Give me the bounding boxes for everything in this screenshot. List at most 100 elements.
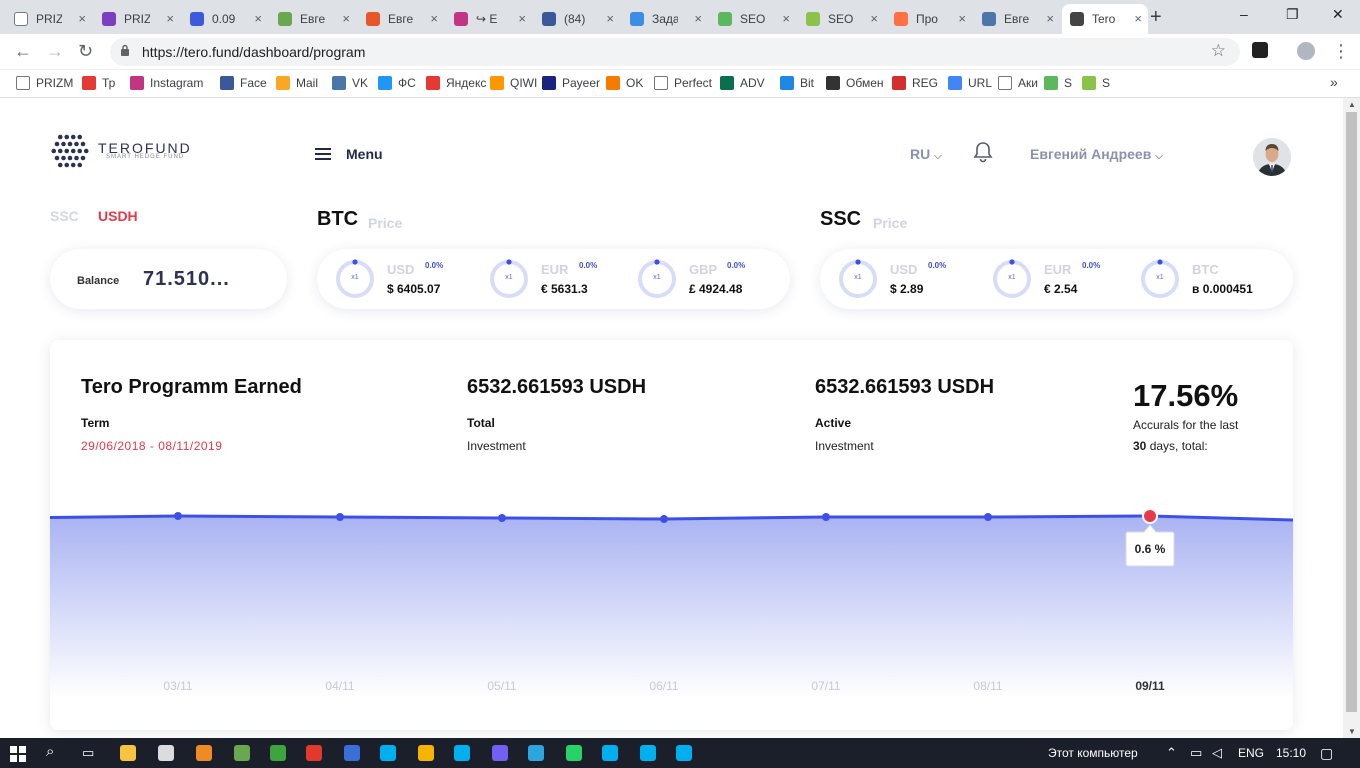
- bookmark-item[interactable]: Аки: [998, 76, 1038, 90]
- x-tick-label[interactable]: 03/11: [163, 679, 192, 693]
- bookmark-item[interactable]: VK: [332, 76, 368, 90]
- chart-point[interactable]: [174, 512, 182, 520]
- close-tab-icon[interactable]: ×: [254, 12, 262, 26]
- browser-tab[interactable]: 0.09 ×: [182, 4, 268, 34]
- notification-bell-icon[interactable]: [973, 141, 993, 163]
- profile-avatar-icon[interactable]: [1297, 42, 1315, 60]
- browser-tab[interactable]: PRIZ ×: [6, 4, 92, 34]
- notepad-icon[interactable]: [158, 745, 174, 761]
- scroll-down-icon[interactable]: ▼: [1348, 727, 1356, 736]
- close-tab-icon[interactable]: ×: [1134, 12, 1142, 26]
- minimize-icon[interactable]: –: [1240, 6, 1248, 22]
- browser-tab[interactable]: SEO ×: [798, 4, 884, 34]
- hamburger-menu-icon[interactable]: [315, 148, 331, 160]
- close-tab-icon[interactable]: ×: [1046, 12, 1054, 26]
- bookmark-item[interactable]: ADV: [720, 76, 765, 90]
- bookmark-item[interactable]: QIWI: [490, 76, 537, 90]
- chart-point[interactable]: [498, 514, 506, 522]
- close-tab-icon[interactable]: ×: [78, 12, 86, 26]
- avatar[interactable]: [1253, 138, 1291, 176]
- bookmark-item[interactable]: Face: [220, 76, 267, 90]
- whatsapp-icon[interactable]: [566, 745, 582, 761]
- chart-point[interactable]: [660, 515, 668, 523]
- browser-tab[interactable]: SEO ×: [710, 4, 796, 34]
- app-icon[interactable]: [234, 745, 250, 761]
- bookmark-item[interactable]: PRIZM: [16, 76, 73, 90]
- skype-icon[interactable]: [380, 745, 396, 761]
- close-tab-icon[interactable]: ×: [958, 12, 966, 26]
- close-tab-icon[interactable]: ×: [782, 12, 790, 26]
- chart-point[interactable]: [822, 513, 830, 521]
- search-icon[interactable]: ⌕: [46, 743, 54, 760]
- bookmark-item[interactable]: S: [1082, 76, 1110, 90]
- browser-tab[interactable]: PRIZ ×: [94, 4, 180, 34]
- bookmark-item[interactable]: Mail: [276, 76, 318, 90]
- close-tab-icon[interactable]: ×: [870, 12, 878, 26]
- bookmark-item[interactable]: Яндекс: [426, 76, 486, 90]
- bookmark-item[interactable]: URL: [948, 76, 992, 90]
- clock[interactable]: 15:10: [1276, 746, 1306, 760]
- x-tick-label[interactable]: 05/11: [487, 679, 516, 693]
- more-bookmarks-button[interactable]: »: [1330, 74, 1338, 90]
- x-tick-label[interactable]: 08/11: [973, 679, 1002, 693]
- close-tab-icon[interactable]: ×: [342, 12, 350, 26]
- extension-icon[interactable]: [1252, 42, 1268, 58]
- restore-icon[interactable]: ❐: [1286, 6, 1299, 23]
- task-view-icon[interactable]: ▭: [82, 745, 94, 761]
- forward-icon[interactable]: →: [46, 42, 64, 60]
- chart-point[interactable]: [984, 513, 992, 521]
- bookmark-item[interactable]: OK: [606, 76, 643, 90]
- bookmark-item[interactable]: Instagram: [130, 76, 203, 90]
- browser-tab[interactable]: Про ×: [886, 4, 972, 34]
- menu-button[interactable]: Menu: [346, 146, 383, 162]
- currency-tab-usdh[interactable]: USDH: [98, 208, 138, 224]
- skype-icon[interactable]: [602, 745, 618, 761]
- skype-icon[interactable]: [676, 745, 692, 761]
- currency-tab-ssc[interactable]: SSC: [50, 208, 79, 224]
- browser-menu-icon[interactable]: ⋮: [1332, 42, 1350, 60]
- bookmark-item[interactable]: Perfect: [654, 76, 712, 90]
- browser-tab[interactable]: Зада ×: [622, 4, 708, 34]
- bookmark-item[interactable]: Payeer: [542, 76, 600, 90]
- volume-icon[interactable]: ◁: [1212, 745, 1222, 761]
- close-tab-icon[interactable]: ×: [606, 12, 614, 26]
- accruals-chart[interactable]: 03/11 04/11 05/11 06/11 07/11 08/11 09/11 0.6 %: [50, 490, 1293, 730]
- telegram-icon[interactable]: [528, 745, 544, 761]
- bookmark-item[interactable]: Тр: [82, 76, 115, 90]
- address-bar[interactable]: https://tero.fund/dashboard/program ☆: [110, 38, 1240, 66]
- viber-icon[interactable]: [492, 745, 508, 761]
- webmoney-icon[interactable]: [344, 745, 360, 761]
- scroll-up-icon[interactable]: ▲: [1348, 100, 1356, 109]
- x-tick-label[interactable]: 07/11: [811, 679, 840, 693]
- camtasia-icon[interactable]: [270, 745, 286, 761]
- bookmark-star-icon[interactable]: ☆: [1211, 41, 1226, 61]
- reload-icon[interactable]: ↻: [78, 42, 93, 60]
- scrollbar-thumb[interactable]: [1346, 112, 1357, 712]
- x-tick-label[interactable]: 04/11: [325, 679, 354, 693]
- network-icon[interactable]: ▭: [1190, 745, 1202, 761]
- close-window-icon[interactable]: ✕: [1332, 6, 1344, 23]
- bookmark-item[interactable]: REG: [892, 76, 938, 90]
- tray-arrow-icon[interactable]: ⌃: [1166, 745, 1177, 761]
- opera-icon[interactable]: [306, 745, 322, 761]
- input-language[interactable]: ENG: [1238, 746, 1264, 760]
- tray-computer-label[interactable]: Этот компьютер: [1048, 746, 1138, 760]
- browser-tab[interactable]: Tero ×: [1062, 4, 1148, 34]
- file-explorer-icon[interactable]: [120, 745, 136, 761]
- close-tab-icon[interactable]: ×: [694, 12, 702, 26]
- skype-icon[interactable]: [454, 745, 470, 761]
- notifications-icon[interactable]: ▢: [1320, 745, 1333, 762]
- windows-start-icon[interactable]: [10, 746, 26, 762]
- skype-icon[interactable]: [640, 745, 656, 761]
- new-tab-button[interactable]: +: [1150, 6, 1162, 29]
- chrome-icon[interactable]: [418, 745, 434, 761]
- x-tick-label[interactable]: 09/11: [1135, 679, 1165, 693]
- x-tick-label[interactable]: 06/11: [649, 679, 678, 693]
- close-tab-icon[interactable]: ×: [430, 12, 438, 26]
- bookmark-item[interactable]: Обмен: [826, 76, 884, 90]
- bookmark-item[interactable]: S: [1044, 76, 1072, 90]
- browser-tab[interactable]: Евге ×: [358, 4, 444, 34]
- chart-point[interactable]: [336, 513, 344, 521]
- bookmark-item[interactable]: Bit: [780, 76, 814, 90]
- page-scrollbar[interactable]: ▲ ▼: [1343, 98, 1360, 738]
